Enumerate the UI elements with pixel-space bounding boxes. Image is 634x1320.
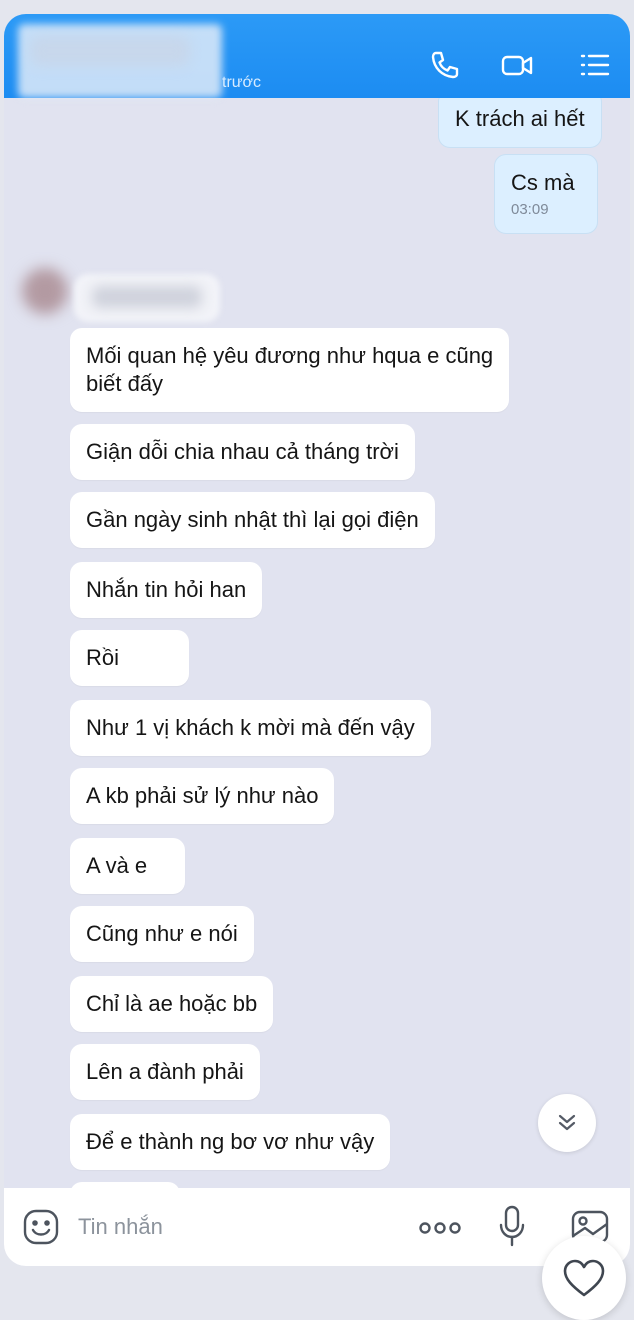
video-camera-icon[interactable] (500, 48, 534, 82)
message-text: A kb phải sử lý như nào (86, 783, 319, 808)
incoming-message[interactable]: A kb phải sử lý như nào (70, 768, 335, 824)
message-text: Gần ngày sinh nhật thì lại gọi điện (86, 507, 419, 532)
message-text: Lên a đành phải (86, 1059, 244, 1084)
sender-name-text-blurred (92, 286, 202, 308)
more-dots-icon[interactable] (418, 1218, 462, 1238)
like-button[interactable] (542, 1236, 626, 1320)
incoming-message[interactable]: Lên a đành phải (70, 1044, 260, 1100)
incoming-message[interactable]: Để e thành ng bơ vơ như vậy (70, 1114, 391, 1170)
incoming-message[interactable]: Giận dỗi chia nhau cả tháng trời (70, 424, 415, 480)
message-text: Giận dỗi chia nhau cả tháng trời (86, 439, 399, 464)
phone-icon[interactable] (428, 48, 462, 82)
message-text: Như 1 vị khách k mời mà đến vậy (86, 715, 415, 740)
message-text: Để e thành ng bơ vơ như vậy (86, 1129, 375, 1154)
outgoing-message[interactable]: Cs mà 03:09 (494, 154, 598, 234)
incoming-message[interactable]: Gần ngày sinh nhật thì lại gọi điện (70, 492, 435, 548)
incoming-message[interactable]: Nhắn tin hỏi han (70, 562, 263, 618)
message-text: K trách ai hết (455, 106, 585, 131)
incoming-message[interactable]: Như 1 vị khách k mời mà đến vậy (70, 700, 431, 756)
list-menu-icon[interactable] (578, 48, 612, 82)
message-text: Chỉ là ae hoặc bb (86, 991, 258, 1016)
incoming-message[interactable]: Rồi (70, 630, 190, 686)
chat-screen: trước K trách ai hết Cs mà 03:09 Mối qua… (4, 14, 630, 1266)
message-text: A và e (86, 853, 148, 878)
outgoing-message[interactable]: K trách ai hết (438, 98, 602, 148)
contact-name-blurred (30, 36, 190, 66)
microphone-icon[interactable] (498, 1204, 526, 1248)
emoji-icon[interactable] (22, 1208, 60, 1246)
double-chevron-down-icon (558, 1114, 576, 1131)
incoming-message[interactable]: A và e (70, 838, 186, 894)
scroll-to-bottom-button[interactable] (538, 1094, 596, 1152)
message-text: Rồi (86, 645, 120, 670)
message-text: Cũng như e nói (86, 921, 238, 946)
message-composer: Tin nhắn (4, 1188, 630, 1266)
chat-header: trước (4, 14, 630, 98)
message-input[interactable]: Tin nhắn (78, 1214, 163, 1240)
message-list[interactable]: K trách ai hết Cs mà 03:09 Mối quan hệ y… (4, 98, 630, 1188)
last-seen-text: trước (222, 74, 261, 91)
incoming-message[interactable]: Cũng như e nói (70, 906, 254, 962)
avatar[interactable] (22, 268, 68, 314)
incoming-message[interactable]: Mối quan hệ yêu đương như hqua e cũng bi… (70, 328, 510, 412)
message-text: Nhắn tin hỏi han (86, 577, 247, 602)
message-text-line: biết đấy (86, 371, 164, 396)
incoming-message[interactable]: Chỉ là ae hoặc bb (70, 976, 274, 1032)
heart-icon (563, 1259, 605, 1297)
message-text: Cs mà (511, 170, 575, 195)
message-text-line: Mối quan hệ yêu đương như hqua e cũng (86, 343, 494, 368)
message-time: 03:09 (511, 201, 549, 218)
